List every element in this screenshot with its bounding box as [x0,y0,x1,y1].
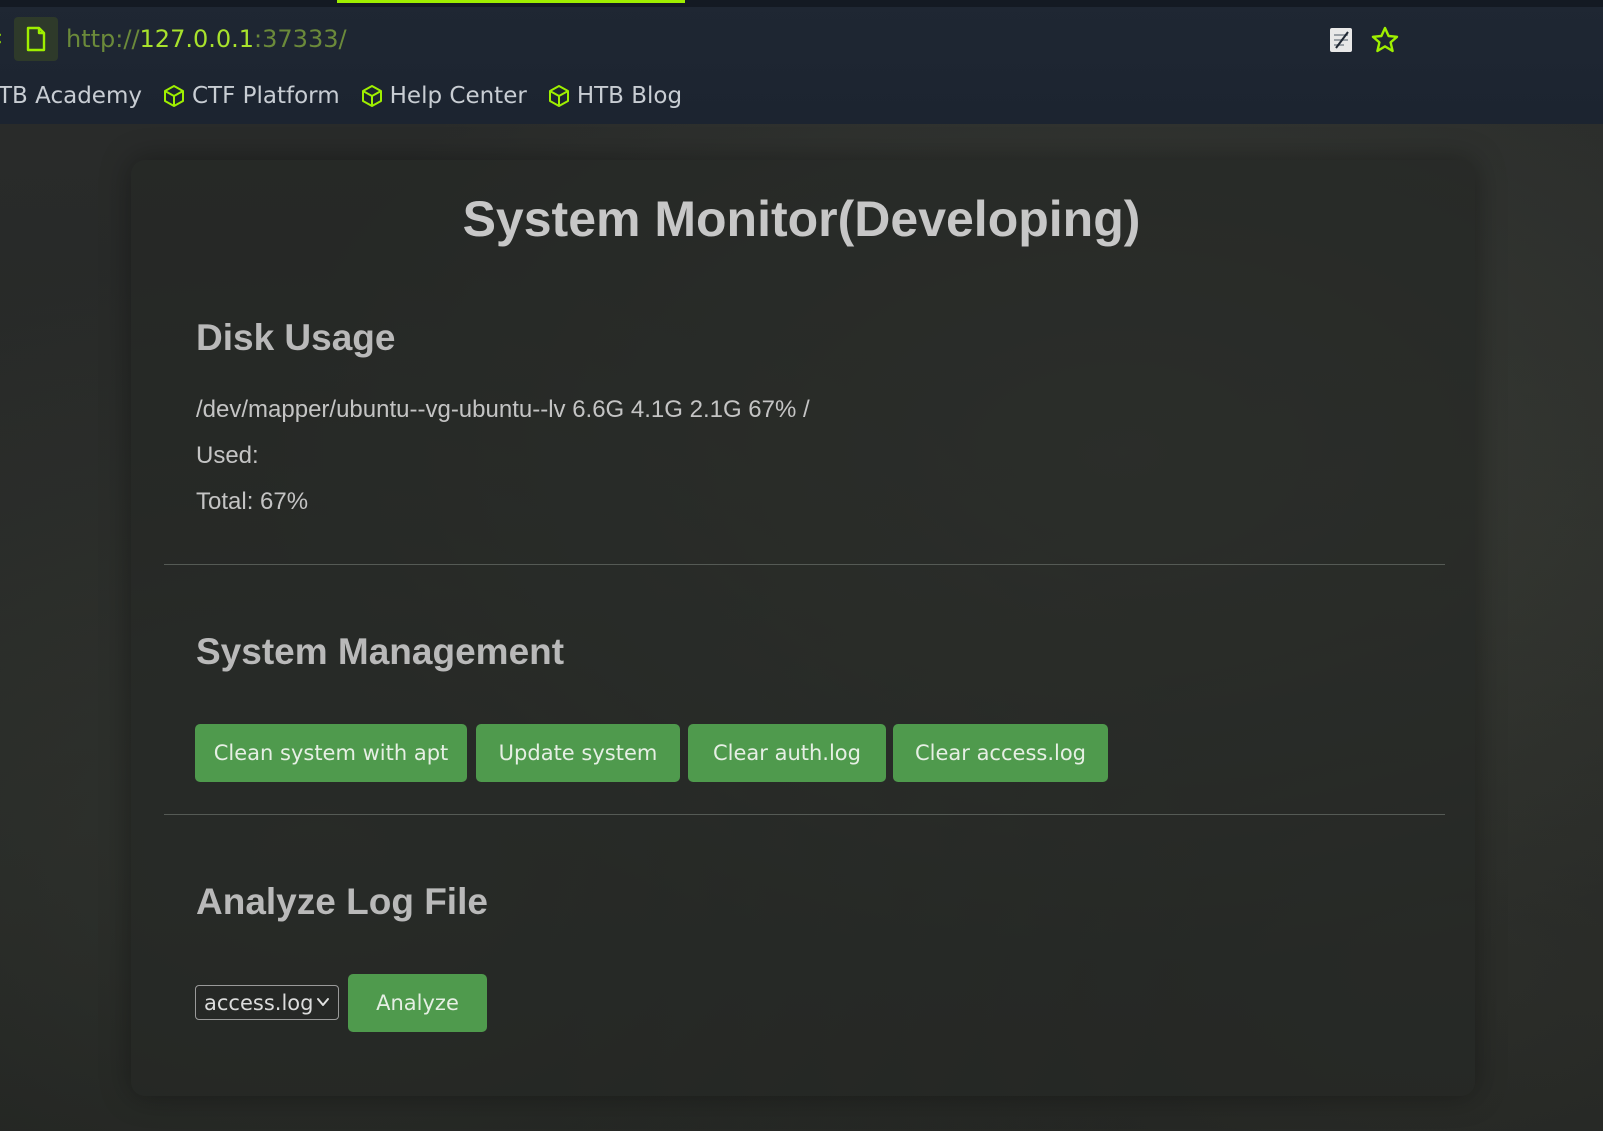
page-title: System Monitor(Developing) [462,191,1141,247]
url-host: 127.0.0.1 [139,25,255,53]
monitor-card [131,160,1475,1096]
cube-icon [547,84,571,108]
active-tab-indicator [337,0,685,3]
bookmark-academy[interactable]: TB Academy [0,83,142,109]
analyze-log-heading: Analyze Log File [196,881,488,922]
bookmark-htb-blog[interactable]: HTB Blog [547,83,682,109]
clean-apt-button[interactable]: Clean system with apt [195,724,467,782]
clear-auth-log-button[interactable]: Clear auth.log [688,724,886,782]
chevron-down-icon [317,998,329,1006]
bookmark-label: CTF Platform [191,83,340,109]
url-scheme: http:// [66,25,140,53]
disk-used-line: Used: [196,442,259,469]
url-bar[interactable]: ‹ http://127.0.0.1:37333/ [0,12,1603,68]
clear-access-log-button[interactable]: Clear access.log [893,724,1108,782]
disk-usage-heading: Disk Usage [196,317,396,358]
tab-strip [0,0,1603,7]
url-text[interactable]: http://127.0.0.1:37333/ [66,25,347,53]
url-port: :37333/ [254,25,347,53]
cube-icon [360,84,384,108]
section-divider [164,814,1445,815]
browser-toolbar: ‹ http://127.0.0.1:37333/ TB Academy CTF… [0,0,1603,124]
log-file-selected-value: access.log [204,990,314,1015]
bookmark-label: Help Center [389,83,527,109]
analyze-button[interactable]: Analyze [348,974,487,1032]
bookmarks-bar: TB Academy CTF Platform Help Center HTB … [0,74,1603,118]
back-arrow-icon[interactable]: ‹ [0,26,3,51]
bookmark-ctf-platform[interactable]: CTF Platform [162,83,340,109]
bookmark-star-icon[interactable] [1370,25,1400,55]
disk-total-line: Total: 67% [196,488,309,515]
page-info-icon[interactable] [14,17,58,61]
section-divider [164,564,1445,565]
bookmark-label: HTB Blog [576,83,683,109]
system-management-heading: System Management [196,631,565,672]
log-file-select[interactable]: access.log [195,985,339,1020]
disk-df-line: /dev/mapper/ubuntu--vg-ubuntu--lv 6.6G 4… [196,396,810,423]
bookmark-label: TB Academy [0,83,142,109]
reader-view-icon[interactable] [1328,26,1354,54]
update-system-button[interactable]: Update system [476,724,680,782]
bookmark-help-center[interactable]: Help Center [360,83,527,109]
cube-icon [162,84,186,108]
